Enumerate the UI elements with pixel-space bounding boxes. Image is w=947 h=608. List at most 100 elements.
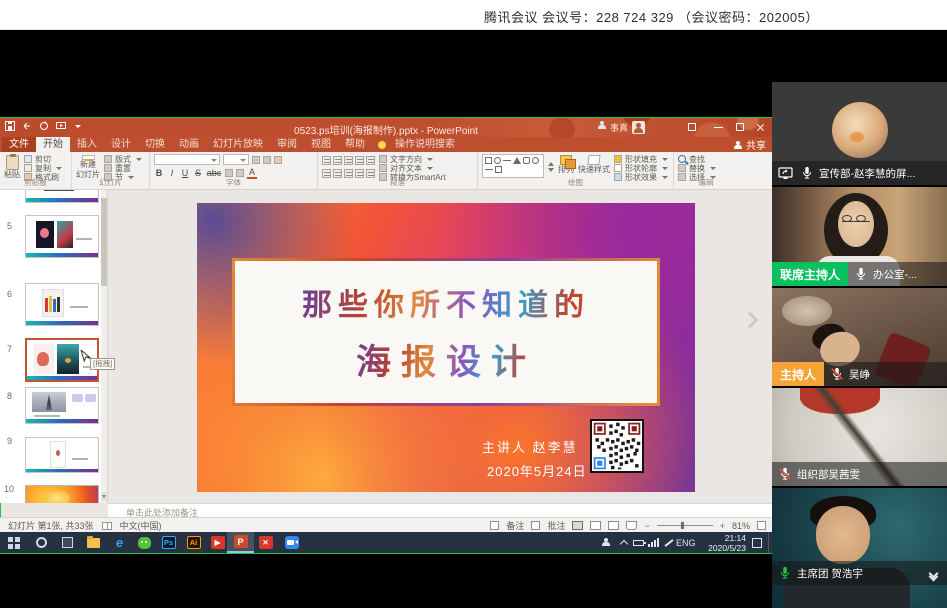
tab-design[interactable]: 设计 [104, 137, 138, 152]
slide-sorter-view-icon[interactable] [590, 521, 601, 530]
increase-indent-icon[interactable] [355, 156, 364, 165]
tray-input-pen[interactable] [661, 535, 676, 550]
language-indicator[interactable]: 中文(中国) [120, 519, 162, 532]
close-button[interactable] [756, 123, 765, 132]
tell-me-lightbulb-icon [378, 141, 386, 149]
spellcheck-icon[interactable] [102, 522, 112, 530]
thumbnail-scroll-down-icon[interactable] [101, 492, 107, 501]
action-center-button[interactable] [749, 535, 764, 550]
mic-active-icon [778, 566, 792, 580]
clear-formatting-icon[interactable] [274, 156, 282, 164]
slide-thumbnail-8[interactable] [25, 387, 99, 424]
paste-button[interactable]: 粘贴 [4, 154, 20, 179]
participant-tile-muted[interactable]: 组织部吴茜雯 [772, 388, 947, 486]
tray-hidden-icons-button[interactable] [616, 535, 631, 550]
numbering-icon[interactable] [333, 156, 342, 165]
tray-network[interactable] [646, 535, 661, 550]
taskbar-clock[interactable]: 21:14 2020/5/23 [700, 534, 746, 554]
tray-battery[interactable] [631, 535, 646, 550]
tab-insert[interactable]: 插入 [70, 137, 104, 152]
restore-button[interactable] [736, 123, 744, 131]
powerpoint-taskbar-button-active[interactable]: P [227, 532, 254, 553]
meeting-info-text: 腾讯会议 会议号：228 724 329 （会议密码：202005） [484, 7, 819, 26]
ribbon-display-options-icon[interactable] [688, 123, 696, 131]
participant-tile-speaking[interactable]: 主席团 贺浩宇 [772, 488, 947, 608]
wechat-button[interactable] [137, 535, 152, 550]
slideshow-view-icon[interactable] [626, 521, 637, 530]
change-case-icon[interactable] [236, 169, 244, 177]
minimize-button[interactable] [714, 127, 723, 128]
tab-slideshow[interactable]: 幻灯片放映 [206, 137, 270, 152]
fit-slide-icon[interactable] [757, 521, 766, 530]
tab-animations[interactable]: 动画 [172, 137, 206, 152]
decrease-indent-icon[interactable] [344, 156, 353, 165]
x-app-button[interactable]: ✕ [258, 535, 273, 550]
slide-thumbnail-5[interactable] [25, 215, 99, 258]
reset-button[interactable]: 重置 [104, 164, 142, 172]
photoshop-button[interactable]: Ps [161, 535, 176, 550]
tab-transitions[interactable]: 切换 [138, 137, 172, 152]
meeting-app-button[interactable] [284, 535, 299, 550]
shapes-scroll-down-icon[interactable] [548, 168, 554, 172]
cortana-button[interactable] [34, 535, 49, 550]
participant-tile-host[interactable]: 主持人 吴峥 [772, 288, 947, 386]
slide-thumbnail-4-partial[interactable] [25, 190, 99, 203]
account-avatar[interactable] [632, 121, 645, 134]
zoom-out-icon[interactable]: − [644, 521, 649, 531]
shapes-scroll-up-icon[interactable] [548, 162, 554, 166]
participant-tile-sharing[interactable]: 宣传部-赵李慧的屏... [772, 82, 947, 185]
slide-thumbnail-10[interactable] [25, 485, 99, 503]
quick-styles-button[interactable]: 快速样式 [578, 154, 610, 179]
tab-file[interactable]: 文件 [2, 137, 36, 152]
avatar [832, 102, 888, 158]
notes-pane[interactable]: 单击此处添加备注 [108, 503, 772, 517]
zoom-in-icon[interactable]: + [720, 521, 725, 531]
file-explorer-button[interactable] [86, 535, 101, 550]
font-size-combo[interactable] [223, 154, 249, 165]
screen-share-icon [778, 166, 795, 180]
notes-toggle[interactable]: 备注 [506, 519, 524, 532]
slide-editor-area: 那些你所不知道的 海报设计 主讲人 赵李慧 2020年5月24日 [108, 190, 772, 503]
zoom-slider-thumb[interactable] [681, 522, 684, 529]
slide-thumbnail-6[interactable] [25, 283, 99, 326]
new-slide-button[interactable]: 新建 幻灯片 [76, 154, 100, 179]
replace-icon [678, 164, 686, 172]
edge-button[interactable]: e [112, 535, 127, 550]
reading-view-icon[interactable] [608, 521, 619, 530]
task-view-button[interactable] [60, 535, 75, 550]
zoom-level[interactable]: 81% [732, 521, 750, 531]
tab-help[interactable]: 帮助 [338, 137, 372, 152]
callout-shape-icon [495, 166, 502, 173]
start-button[interactable] [6, 535, 21, 550]
collapse-panel-button[interactable] [930, 574, 937, 580]
tab-review[interactable]: 审阅 [270, 137, 304, 152]
network-icon [648, 538, 659, 547]
bullets-icon[interactable] [322, 156, 331, 165]
participant-tile-cohost[interactable]: 联席主持人 办公室-... [772, 187, 947, 286]
share-button[interactable]: 共享 [734, 137, 766, 152]
zoom-slider[interactable] [657, 525, 713, 526]
account-name[interactable]: 事真 [610, 121, 628, 134]
current-slide[interactable]: 那些你所不知道的 海报设计 主讲人 赵李慧 2020年5月24日 [197, 203, 695, 492]
line-shape-icon [503, 160, 511, 161]
shapes-gallery[interactable] [482, 154, 544, 178]
illustrator-button[interactable]: Ai [186, 535, 201, 550]
line-spacing-icon[interactable] [366, 156, 375, 165]
cortana-icon [36, 537, 47, 548]
tab-home[interactable]: 开始 [36, 137, 70, 152]
thumbnail-scrollbar-thumb[interactable] [101, 198, 107, 286]
tab-view[interactable]: 视图 [304, 137, 338, 152]
normal-view-icon[interactable] [572, 521, 583, 530]
comments-toggle[interactable]: 批注 [547, 519, 565, 532]
arrange-button[interactable]: 排列 [558, 154, 574, 179]
decrease-font-icon[interactable] [263, 156, 271, 164]
font-name-combo[interactable] [154, 154, 220, 165]
mic-icon [800, 166, 814, 180]
input-language[interactable]: ENG [676, 538, 696, 548]
character-spacing-icon[interactable] [225, 169, 233, 177]
red-app-button[interactable]: ▶ [210, 535, 225, 550]
tray-contacts-button[interactable] [598, 535, 613, 550]
increase-font-icon[interactable] [252, 156, 260, 164]
slide-thumbnail-9[interactable] [25, 437, 99, 473]
tab-tell-me[interactable]: 操作说明搜索 [388, 137, 462, 152]
